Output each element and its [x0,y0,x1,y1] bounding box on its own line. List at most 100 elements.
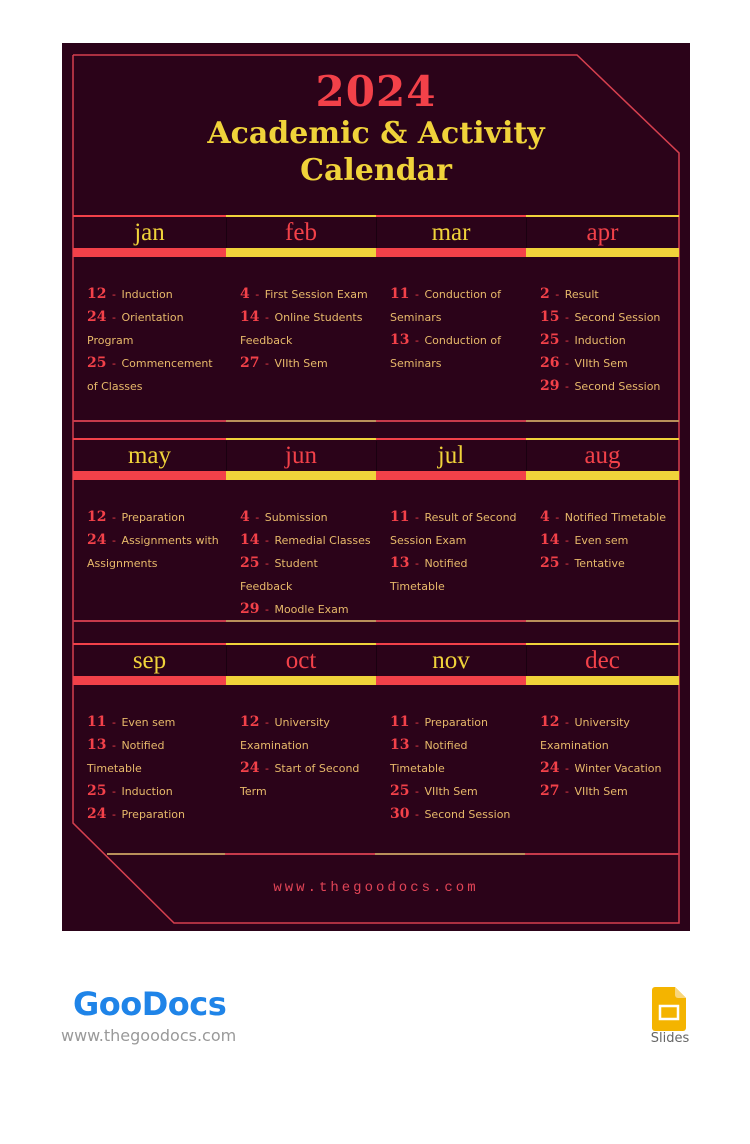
month-label: nov [432,647,470,674]
slides-label: Slides [650,1031,690,1046]
month-bottom-line [73,620,226,622]
event-text: Assignments with Assignments [87,534,219,570]
event-dash: - [261,603,273,616]
event-item: 26 - VIIth Sem [540,352,675,375]
event-text: Preparation [424,716,488,729]
event-dash: - [261,357,273,370]
event-day: 4 [240,286,250,302]
event-item: 12 - Induction [87,283,222,306]
event-text: Remedial Classes [274,534,371,547]
month-block: jul 11 - Result of Second Session Exam 13 … [376,438,526,628]
event-item: 13 - Conduction of Seminars [390,329,522,375]
event-text: Result [564,288,599,301]
month-color-bar [376,248,526,257]
goodocs-logo[interactable]: GooDocs [73,985,227,1023]
event-dash: - [561,557,573,570]
event-item: 25 - VIIth Sem [390,780,522,803]
header-divider [226,646,227,676]
month-color-bar [73,676,226,685]
month-label: sep [132,647,167,674]
event-day: 25 [390,783,410,799]
month-color-bar [526,471,679,480]
event-dash: - [251,288,263,301]
event-day: 24 [87,806,107,822]
month-label: aug [584,442,621,469]
event-dash: - [261,716,273,729]
event-text: VIIth Sem [574,357,628,370]
event-dash: - [561,716,573,729]
footer-divider [375,853,525,855]
event-day: 4 [540,509,550,525]
month-top-line [226,215,376,217]
event-dash: - [411,288,423,301]
month-color-bar [526,248,679,257]
goodocs-website[interactable]: www.thegoodocs.com [61,1026,236,1045]
month-bottom-line [376,420,526,422]
event-item: 25 - Student Feedback [240,552,372,598]
event-day: 24 [240,760,260,776]
event-day: 13 [390,332,410,348]
event-list: 11 - Even sem 13 - Notified Timetable 25 -… [87,711,222,826]
event-day: 25 [540,555,560,571]
event-item: 13 - Notified Timetable [390,734,522,780]
month-label: feb [285,219,317,246]
month-top-line [73,438,226,440]
event-item: 24 - Assignments with Assignments [87,529,222,575]
event-item: 14 - Remedial Classes [240,529,372,552]
month-color-bar [226,676,376,685]
event-list: 4 - First Session Exam 14 - Online Studen… [240,283,372,375]
month-block: jan 12 - Induction 24 - Orientation Progra… [73,215,226,425]
event-dash: - [561,334,573,347]
header-divider [526,646,527,676]
event-item: 27 - VIIth Sem [540,780,675,803]
event-list: 12 - Preparation 24 - Assignments with As… [87,506,222,575]
event-text: Submission [264,511,328,524]
event-item: 24 - Winter Vacation [540,757,675,780]
event-dash: - [551,511,563,524]
month-block: feb 4 - First Session Exam 14 - Online Stu… [226,215,376,425]
event-day: 24 [87,309,107,325]
event-text: First Session Exam [264,288,368,301]
event-dash: - [251,511,263,524]
month-block: dec 12 - University Examination 24 - Winte… [526,643,679,858]
event-item: 27 - VIIth Sem [240,352,372,375]
event-dash: - [411,557,423,570]
event-item: 24 - Preparation [87,803,222,826]
event-text: Even sem [574,534,629,547]
event-item: 4 - First Session Exam [240,283,372,306]
event-dash: - [108,511,120,524]
event-day: 24 [87,532,107,548]
month-top-line [526,215,679,217]
event-dash: - [108,785,120,798]
event-item: 12 - Preparation [87,506,222,529]
event-dash: - [108,808,120,821]
event-dash: - [261,534,273,547]
event-text: VIIth Sem [424,785,478,798]
event-dash: - [561,534,573,547]
event-text: Second Session [424,808,511,821]
event-day: 12 [87,286,107,302]
event-item: 29 - Second Session [540,375,675,398]
event-text: VIIth Sem [274,357,328,370]
event-text: Induction [574,334,626,347]
month-row: jan 12 - Induction 24 - Orientation Progra… [73,215,679,425]
footer-website[interactable]: www.thegoodocs.com [62,880,690,896]
event-list: 12 - University Examination 24 - Winter V… [540,711,675,803]
event-list: 4 - Notified Timetable 14 - Even sem 25 - … [540,506,675,575]
google-slides-icon[interactable] [652,987,686,1031]
month-block: jun 4 - Submission 14 - Remedial Classes 25… [226,438,376,628]
month-bottom-line [226,620,376,622]
footer-divider [107,853,225,855]
event-item: 14 - Even sem [540,529,675,552]
event-text: Induction [121,288,173,301]
event-text: Second Session [574,311,661,324]
event-text: VIIth Sem [574,785,628,798]
header-divider [376,646,377,676]
event-dash: - [411,334,423,347]
event-day: 2 [540,286,550,302]
event-day: 14 [240,309,260,325]
event-dash: - [561,380,573,393]
event-dash: - [551,288,563,301]
header-divider [526,441,527,471]
month-top-line [376,438,526,440]
